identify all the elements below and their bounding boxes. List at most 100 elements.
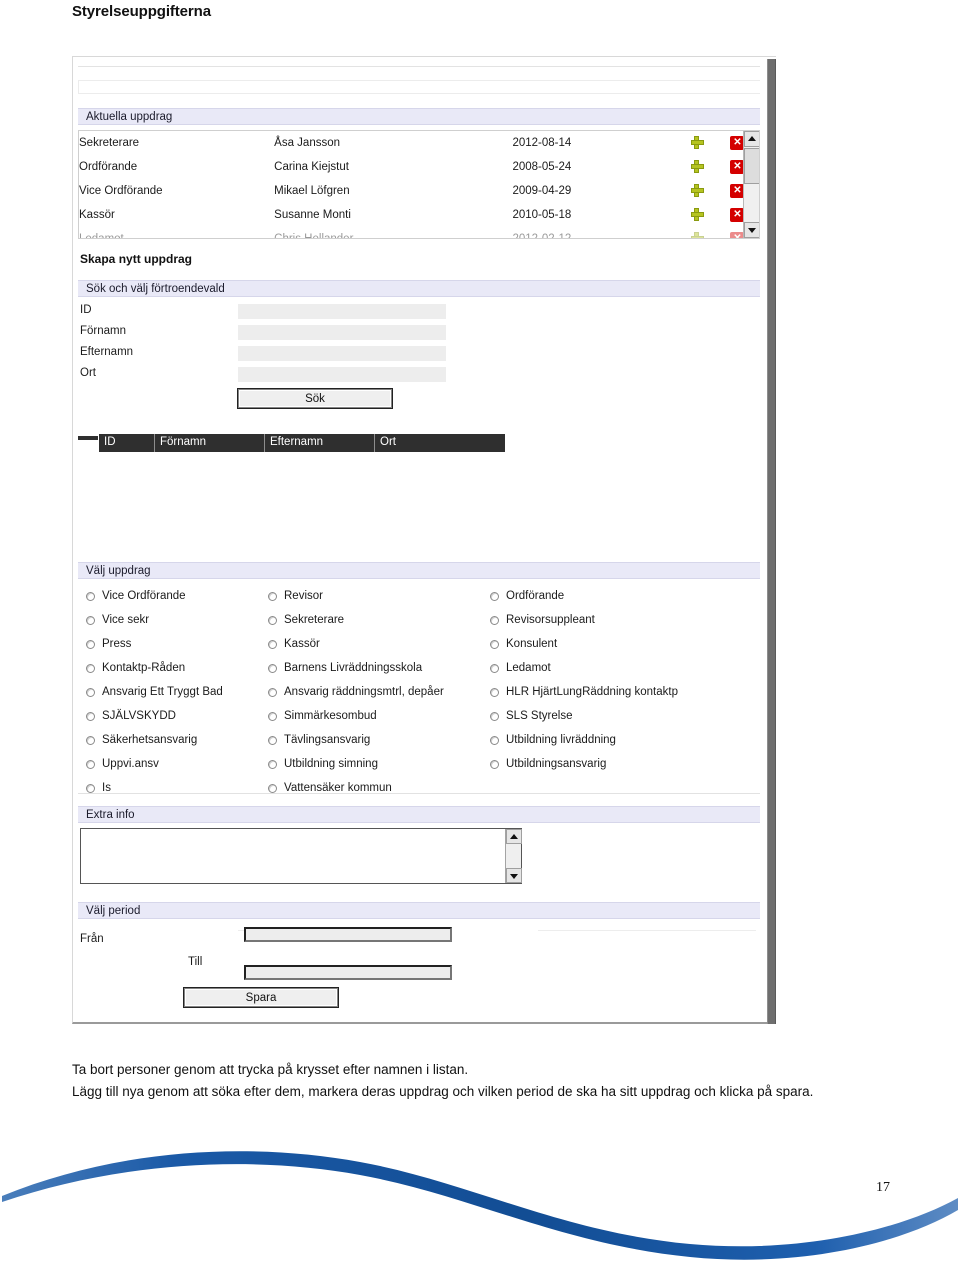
radio-button[interactable] <box>268 663 277 673</box>
radio-button[interactable] <box>86 687 95 697</box>
cell-edit[interactable] <box>677 179 716 203</box>
cell-edit[interactable] <box>677 227 716 238</box>
assignment-radio-option[interactable]: Utbildningsansvarig <box>490 752 750 776</box>
assignment-radio-option[interactable]: HLR HjärtLungRäddning kontaktp <box>490 680 750 704</box>
plus-icon[interactable] <box>690 184 704 197</box>
radio-button[interactable] <box>490 735 499 745</box>
radio-button[interactable] <box>268 591 277 601</box>
assignment-radio-option[interactable]: Revisorsuppleant <box>490 608 750 632</box>
cell-edit[interactable] <box>677 155 716 179</box>
assignment-radio-option[interactable]: Simmärkesombud <box>268 704 490 728</box>
assignment-radio-option[interactable]: Säkerhetsansvarig <box>86 728 268 752</box>
plus-icon[interactable] <box>690 136 704 149</box>
assignment-radio-option[interactable]: SJÄLVSKYDD <box>86 704 268 728</box>
assignment-radio-option[interactable]: Ansvarig Ett Tryggt Bad <box>86 680 268 704</box>
assignment-radio-option[interactable]: Vice Ordförande <box>86 584 268 608</box>
radio-button[interactable] <box>490 687 499 697</box>
plus-icon[interactable] <box>690 160 704 173</box>
radio-button[interactable] <box>268 783 277 793</box>
assignment-column-2: Revisor Sekreterare Kassör Barnens Livräddn… <box>268 584 490 800</box>
radio-button[interactable] <box>490 759 499 769</box>
radio-button[interactable] <box>490 639 499 649</box>
assignment-radio-option[interactable]: Tävlingsansvarig <box>268 728 490 752</box>
radio-button[interactable] <box>268 639 277 649</box>
cell-date: 2012-02-12 <box>512 233 572 239</box>
table-row: Ledamot Chris Hellander 2012-02-12 ✕ <box>79 227 759 239</box>
radio-button[interactable] <box>268 759 277 769</box>
search-input-ort[interactable] <box>238 367 446 382</box>
radio-button[interactable] <box>86 615 95 625</box>
assignment-radio-option[interactable]: Barnens Livräddningsskola <box>268 656 490 680</box>
assignment-radio-option[interactable]: Vice sekr <box>86 608 268 632</box>
assignment-radio-option[interactable]: Uppvi.ansv <box>86 752 268 776</box>
cell-date: 2008-05-24 <box>512 161 572 173</box>
assignment-radio-option[interactable]: Ansvarig räddningsmtrl, depåer <box>268 680 490 704</box>
assignment-radio-option[interactable]: Sekreterare <box>268 608 490 632</box>
radio-button[interactable] <box>268 687 277 697</box>
assignment-radio-option[interactable]: Kassör <box>268 632 490 656</box>
plus-icon[interactable] <box>690 232 704 238</box>
results-corner-marker <box>78 436 98 440</box>
assignment-column-3: Ordförande Revisorsuppleant Konsulent Ledam… <box>490 584 750 800</box>
radio-button[interactable] <box>268 615 277 625</box>
assignment-radio-label: Utbildningsansvarig <box>506 758 607 770</box>
search-input-efternamn[interactable] <box>238 346 446 361</box>
radio-button[interactable] <box>86 735 95 745</box>
radio-button[interactable] <box>268 711 277 721</box>
assignment-radio-option[interactable]: Ordförande <box>490 584 750 608</box>
scroll-thumb[interactable] <box>744 148 759 184</box>
assignment-radio-option[interactable]: Press <box>86 632 268 656</box>
radio-button[interactable] <box>268 735 277 745</box>
extra-scroll-down-arrow[interactable] <box>506 868 522 883</box>
radio-button[interactable] <box>490 663 499 673</box>
assignment-radio-option[interactable]: Utbildning livräddning <box>490 728 750 752</box>
radio-button[interactable] <box>86 711 95 721</box>
search-button[interactable]: Sök <box>237 388 393 409</box>
period-to-input[interactable] <box>244 965 452 980</box>
table-row: Kassör Susanne Monti 2010-05-18 ✕ <box>79 203 759 227</box>
label-fran: Från <box>80 933 104 945</box>
assignment-radio-label: Kassör <box>284 638 320 650</box>
extra-info-panel: Extra info <box>78 806 760 894</box>
table-scrollbar[interactable] <box>743 131 759 238</box>
plus-icon[interactable] <box>690 208 704 221</box>
assignment-radio-option[interactable]: Konsulent <box>490 632 750 656</box>
radio-button[interactable] <box>86 591 95 601</box>
cell-name: Mikael Löfgren <box>274 185 350 197</box>
scroll-up-arrow[interactable] <box>744 131 759 147</box>
scroll-down-arrow[interactable] <box>744 222 759 238</box>
period-from-input[interactable] <box>244 927 452 942</box>
assignments-table-body: Sekreterare Åsa Jansson 2012-08-14 ✕ Ordföra… <box>79 131 759 239</box>
window-scrollbar[interactable] <box>767 59 776 1024</box>
assignment-radio-option[interactable]: SLS Styrelse <box>490 704 750 728</box>
radio-button[interactable] <box>86 639 95 649</box>
radio-button[interactable] <box>86 663 95 673</box>
search-input-fornamn[interactable] <box>238 325 446 340</box>
cell-name: Susanne Monti <box>274 209 351 221</box>
assignment-radio-option[interactable]: Vattensäker kommun <box>268 776 490 800</box>
radio-button[interactable] <box>490 591 499 601</box>
page-title: Styrelseuppgifterna <box>72 3 211 20</box>
assignment-radio-option[interactable]: Revisor <box>268 584 490 608</box>
radio-button[interactable] <box>490 615 499 625</box>
cell-edit[interactable] <box>677 131 716 155</box>
extra-info-scrollbar[interactable] <box>505 829 522 883</box>
assignment-radio-option[interactable]: Utbildning simning <box>268 752 490 776</box>
assignment-radio-option[interactable]: Kontaktp-Råden <box>86 656 268 680</box>
radio-button[interactable] <box>86 759 95 769</box>
extra-scroll-up-arrow[interactable] <box>506 829 522 844</box>
search-input-id[interactable] <box>238 304 446 319</box>
assignment-radio-option[interactable]: Ledamot <box>490 656 750 680</box>
radio-button[interactable] <box>86 783 95 793</box>
save-button[interactable]: Spara <box>183 987 339 1008</box>
cell-edit[interactable] <box>677 203 716 227</box>
assignment-radio-label: Tävlingsansvarig <box>284 734 371 746</box>
results-table-body <box>78 452 760 544</box>
assignment-radio-label: Revisor <box>284 590 323 602</box>
page-number: 17 <box>876 1180 890 1195</box>
assignment-picker-header: Välj uppdrag <box>78 562 760 579</box>
extra-info-textarea[interactable] <box>81 829 506 883</box>
assignment-radio-label: Revisorsuppleant <box>506 614 595 626</box>
assignment-radio-option[interactable]: Is <box>86 776 268 800</box>
radio-button[interactable] <box>490 711 499 721</box>
